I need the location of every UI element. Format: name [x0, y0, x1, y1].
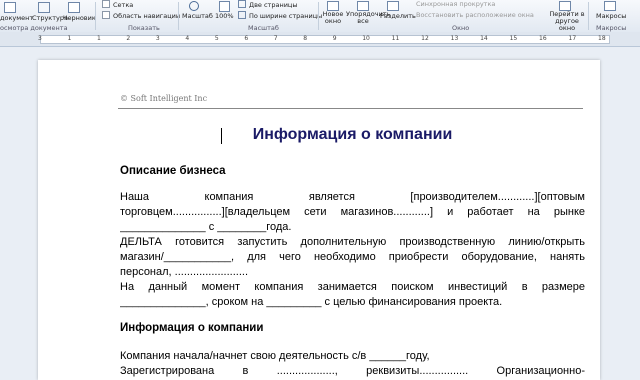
ruler-number: 5 — [214, 35, 219, 42]
ruler-number: 7 — [273, 35, 278, 42]
split-icon — [387, 1, 399, 11]
macros-group-label: Макросы — [596, 24, 627, 32]
two-pages-label: Две страницы — [249, 1, 298, 9]
sync-scroll-label: Синхронная прокрутка — [416, 0, 496, 8]
ruler-number: 6 — [244, 35, 249, 42]
paragraph-line: Наша компания является [производителем..… — [120, 191, 585, 203]
zoom-button[interactable]: Масштаб — [182, 12, 213, 20]
arrange-all-button[interactable]: Упорядочить все — [346, 10, 391, 25]
paragraph-line: ______________ с ________года. — [120, 221, 292, 233]
views-group-label: осмотра документа — [0, 24, 68, 32]
two-pages-button[interactable]: Две страницы — [238, 0, 297, 9]
header-divider — [118, 108, 583, 109]
paragraph-line: ______________, сроком на _________ с це… — [120, 296, 503, 308]
macros-icon — [604, 1, 616, 11]
ruler-number: 2 — [126, 35, 131, 42]
ruler-number: 18 — [598, 35, 606, 42]
ruler-number: 1 — [67, 35, 72, 42]
ruler-number: 10 — [362, 35, 370, 42]
separator — [318, 2, 319, 30]
ruler-number: 17 — [568, 35, 577, 42]
view-button-document[interactable]: документ — [0, 14, 33, 22]
restore-layout-button[interactable]: Восстановить расположение окна — [416, 11, 534, 19]
window-group-label: Окно — [452, 24, 470, 32]
checkbox-box — [102, 0, 110, 8]
ruler-number: 16 — [539, 35, 547, 42]
outline-view-icon — [38, 2, 50, 13]
separator — [178, 2, 179, 30]
draft-view-icon — [68, 2, 80, 13]
ruler-number: 1 — [96, 35, 101, 42]
page-width-button[interactable]: По ширине страницы — [238, 11, 322, 20]
checkbox-box — [102, 11, 110, 19]
ruler-number: 9 — [332, 35, 337, 42]
separator — [95, 2, 96, 30]
paragraph-line: Компания начала/начнет свою деятельность… — [120, 350, 430, 362]
view-button-draft[interactable]: Черновик — [63, 14, 96, 22]
document-title: Информация о компании — [252, 126, 453, 143]
macros-button[interactable]: Макросы — [596, 12, 626, 20]
ruler-number: 8 — [303, 35, 308, 42]
zoom-icon — [189, 1, 199, 11]
ruler-number: 11 — [391, 35, 400, 42]
restore-layout-label: Восстановить расположение окна — [416, 11, 534, 19]
paragraph-line: Зарегистрирована в ..................., … — [120, 365, 585, 377]
paragraph-line: ДЕЛЬТА готовится запустить дополнительну… — [120, 236, 585, 248]
new-window-label: Новое окно — [322, 10, 344, 25]
new-window-button[interactable]: Новое окно — [322, 11, 344, 25]
ribbon: документ Структура Черновик осмотра доку… — [0, 0, 640, 33]
split-button[interactable]: Разделить — [380, 12, 416, 20]
section-heading-company-info: Информация о компании — [120, 322, 264, 334]
paragraph-line: магазин/___________, для чего необходимо… — [120, 251, 585, 263]
switch-window-label: Перейти в другое окно — [549, 10, 585, 32]
separator — [588, 2, 589, 30]
paragraph-line: персонал, ........................ — [120, 266, 249, 278]
arrange-all-label: Упорядочить все — [346, 10, 391, 25]
paragraph-line: торговцем................][владельцем се… — [120, 206, 585, 218]
zoom-100-icon — [219, 1, 230, 12]
ruler-number: 12 — [421, 35, 429, 42]
sync-scroll-button[interactable]: Синхронная прокрутка — [416, 0, 495, 8]
page-header-text: © Soft Intelligent Inc — [120, 94, 208, 103]
navigation-pane-label: Область навигации — [113, 12, 181, 20]
navigation-pane-checkbox[interactable]: Область навигации — [102, 11, 180, 20]
zoom-group-label: Масштаб — [248, 24, 279, 32]
ruler-number: 15 — [509, 35, 518, 42]
paragraph-line: На данный момент компания занимается пои… — [120, 281, 585, 293]
horizontal-ruler[interactable]: 3 1 1 2 3 4 5 6 7 8 9 10 11 12 13 14 15 16 17 18 — [0, 32, 640, 47]
page-width-icon — [238, 11, 246, 19]
ruler-number: 3 — [155, 35, 160, 42]
page-width-label: По ширине страницы — [249, 12, 323, 20]
zoom-100-button[interactable]: 100% — [215, 12, 234, 20]
document-view-icon — [4, 2, 16, 13]
ruler-number: 13 — [450, 35, 459, 42]
show-group-label: Показать — [128, 24, 160, 32]
section-heading-business: Описание бизнеса — [120, 165, 226, 177]
switch-window-button[interactable]: Перейти в другое окно — [548, 11, 586, 32]
ruler-number: 14 — [480, 35, 488, 42]
ruler-number: 4 — [185, 35, 190, 42]
grid-checkbox[interactable]: Сетка — [102, 0, 133, 9]
grid-label: Сетка — [113, 1, 134, 9]
document-page[interactable]: © Soft Intelligent Inc Информация о комп… — [38, 60, 600, 380]
ruler-number: 3 — [38, 35, 42, 42]
two-pages-icon — [238, 0, 246, 8]
